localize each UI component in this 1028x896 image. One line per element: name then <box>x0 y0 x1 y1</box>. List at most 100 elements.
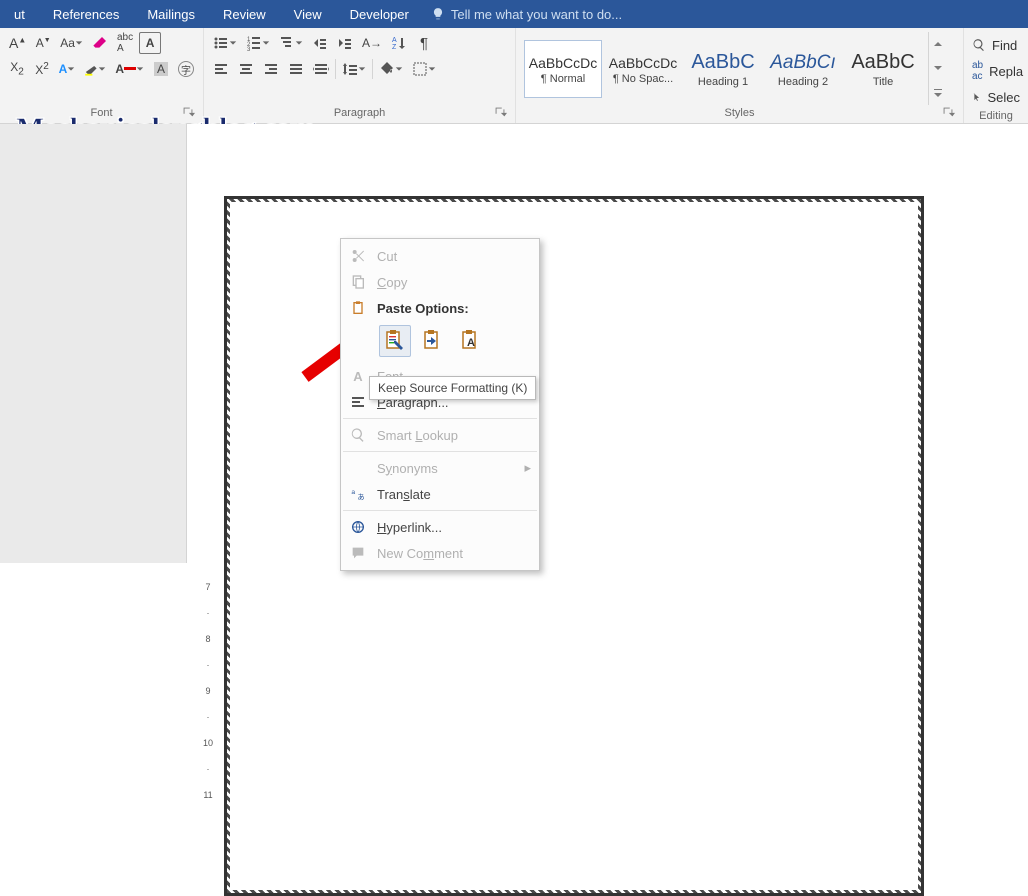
style-heading2[interactable]: AaBbCıHeading 2 <box>764 40 842 98</box>
svg-text:あ: あ <box>357 492 364 501</box>
bullets-button[interactable] <box>210 32 240 54</box>
align-right-button[interactable] <box>260 58 282 80</box>
char-shading-icon: A <box>154 62 168 76</box>
char-border-icon: A <box>146 36 155 50</box>
ctx-paste-options-header: Paste Options: <box>341 295 539 321</box>
enclose-char-button[interactable]: 字 <box>175 58 197 80</box>
distributed-icon <box>313 61 329 77</box>
ctx-copy: Copy <box>341 269 539 295</box>
font-dialog-launcher[interactable] <box>181 105 195 119</box>
svg-text:Z: Z <box>392 44 397 51</box>
search-icon <box>350 427 366 443</box>
superscript-icon: X2 <box>35 61 49 77</box>
group-font-label: Font <box>90 107 112 119</box>
replace-button[interactable]: abacRepla <box>972 60 1020 82</box>
styles-dialog-launcher[interactable] <box>941 105 955 119</box>
align-right-icon <box>263 61 279 77</box>
group-font: A▲ A▼ Aa abcA A X2 X2 A A A 字 Font <box>0 28 204 123</box>
copy-icon <box>350 274 366 290</box>
line-spacing-button[interactable] <box>339 58 369 80</box>
superscript-button[interactable]: X2 <box>31 58 53 80</box>
change-case-button[interactable]: Aa <box>57 32 86 54</box>
style-normal[interactable]: AaBbCcDc¶ Normal <box>524 40 602 98</box>
group-editing: Find abacRepla Selec Editing <box>964 28 1028 123</box>
tab-view[interactable]: View <box>280 1 336 28</box>
paste-source-icon <box>383 329 407 353</box>
highlight-button[interactable] <box>81 58 109 80</box>
replace-icon: abac <box>972 60 983 82</box>
cursor-icon <box>972 90 981 104</box>
ctx-synonyms: Synonyms ▸ <box>341 455 539 481</box>
borders-button[interactable] <box>409 58 439 80</box>
style-title[interactable]: AaBbCTitle <box>844 40 922 98</box>
text-effects-icon: A <box>59 62 68 76</box>
document-page[interactable] <box>224 196 924 896</box>
gallery-down-button[interactable] <box>929 56 946 80</box>
paragraph-dialog-launcher[interactable] <box>493 105 507 119</box>
character-border-button[interactable]: A <box>139 32 161 54</box>
numbering-button[interactable]: 123 <box>243 32 273 54</box>
lightbulb-icon <box>431 7 445 21</box>
ctx-cut-label: Cut <box>377 249 397 264</box>
enclose-icon: 字 <box>178 61 194 77</box>
distributed-button[interactable] <box>310 58 332 80</box>
sort-button[interactable]: AZ <box>388 32 410 54</box>
align-left-icon <box>213 61 229 77</box>
tab-references[interactable]: References <box>39 1 133 28</box>
svg-text:A: A <box>467 337 475 349</box>
numbering-icon: 123 <box>246 35 262 51</box>
tell-me-search[interactable]: Tell me what you want to do... <box>423 7 622 22</box>
ctx-smart-lookup-label: Smart Lookup <box>377 428 458 443</box>
group-paragraph: 123 A→ AZ ¶ Paragraph <box>204 28 516 123</box>
font-color-button[interactable]: A <box>112 58 147 80</box>
ctx-hyperlink[interactable]: Hyperlink... <box>341 514 539 540</box>
tab-developer[interactable]: Developer <box>336 1 423 28</box>
tab-mailings[interactable]: Mailings <box>133 1 209 28</box>
multilevel-icon <box>279 35 295 51</box>
align-left-button[interactable] <box>210 58 232 80</box>
subscript-icon: X2 <box>10 60 24 77</box>
select-button[interactable]: Selec <box>972 86 1020 108</box>
bullets-icon <box>213 35 229 51</box>
justify-button[interactable] <box>285 58 307 80</box>
ctx-new-comment-label: New Comment <box>377 546 463 561</box>
grow-font-button[interactable]: A▲ <box>6 32 29 54</box>
decrease-indent-button[interactable] <box>309 32 331 54</box>
line-spacing-icon <box>342 61 358 77</box>
paste-merge[interactable] <box>417 325 449 357</box>
phonetic-icon: abcA <box>117 32 133 54</box>
paste-text-icon: A <box>459 329 483 353</box>
ctx-synonyms-label: Synonyms <box>377 461 438 476</box>
paste-tooltip: Keep Source Formatting (K) <box>369 376 536 400</box>
ribbon-tabs: ut References Mailings Review View Devel… <box>0 0 1028 28</box>
tab-layout[interactable]: ut <box>0 1 39 28</box>
gallery-more-button[interactable] <box>929 81 946 105</box>
group-paragraph-label: Paragraph <box>334 107 385 119</box>
ctx-translate[interactable]: aあ Translate <box>341 481 539 507</box>
submenu-arrow-icon: ▸ <box>524 460 531 476</box>
group-editing-label: Editing <box>979 110 1013 122</box>
phonetic-guide-button[interactable]: abcA <box>114 32 136 54</box>
shrink-font-button[interactable]: A▼ <box>32 32 54 54</box>
clipboard-icon <box>350 300 366 316</box>
tab-review[interactable]: Review <box>209 1 280 28</box>
paste-text-only[interactable]: A <box>455 325 487 357</box>
svg-text:A: A <box>392 37 397 44</box>
text-direction-button[interactable]: A→ <box>359 32 385 54</box>
multilevel-list-button[interactable] <box>276 32 306 54</box>
find-button[interactable]: Find <box>972 34 1020 56</box>
align-center-button[interactable] <box>235 58 257 80</box>
increase-indent-button[interactable] <box>334 32 356 54</box>
styles-gallery-spinner[interactable] <box>928 32 946 105</box>
styles-gallery[interactable]: AaBbCcDc¶ Normal AaBbCcDc¶ No Spac... Aa… <box>522 32 924 105</box>
gallery-up-button[interactable] <box>929 32 946 56</box>
paste-keep-source[interactable] <box>379 325 411 357</box>
text-effects-button[interactable]: A <box>56 58 78 80</box>
char-shading-button[interactable]: A <box>150 58 172 80</box>
show-marks-button[interactable]: ¶ <box>413 32 435 54</box>
subscript-button[interactable]: X2 <box>6 58 28 80</box>
style-heading1[interactable]: AaBbCHeading 1 <box>684 40 762 98</box>
style-no-spacing[interactable]: AaBbCcDc¶ No Spac... <box>604 40 682 98</box>
shading-button[interactable] <box>376 58 406 80</box>
clear-formatting-button[interactable] <box>89 32 111 54</box>
